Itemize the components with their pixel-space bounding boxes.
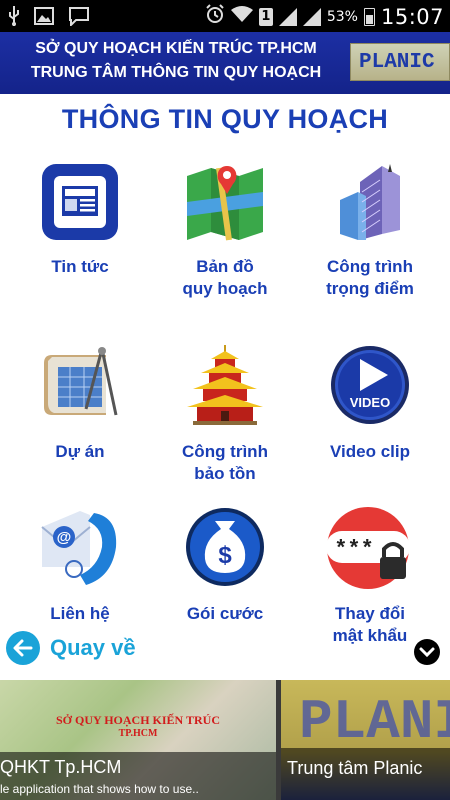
phone-email-icon: @ [40, 507, 120, 587]
menu-label: Liên hệ [50, 604, 110, 623]
news-icon [40, 162, 120, 242]
menu-item-projects[interactable]: Dự án [5, 345, 155, 495]
menu-label: Công trình trọng điểm [326, 257, 414, 298]
alarm-icon [205, 4, 225, 29]
thumbnail-overlay-text: SỞ QUY HOẠCH KIẾN TRÚC [55, 713, 221, 727]
thumbnail-overlay-text: TP.HCM [118, 728, 158, 739]
password-icon: *** [320, 507, 420, 589]
thumbnail-subtitle: le application that shows how to use.. [0, 782, 199, 796]
image-icon [34, 7, 54, 30]
menu-label: Bản đồ quy hoạch [182, 257, 268, 298]
usb-icon [8, 6, 20, 31]
building-icon [330, 162, 410, 242]
menu-label: Dự án [55, 442, 105, 461]
page-title: THÔNG TIN QUY HOẠCH [61, 104, 389, 134]
sim-icon: 1 [258, 7, 273, 26]
svg-text:$: $ [218, 542, 232, 569]
planic-logo: PLANIC [350, 43, 450, 81]
video-thumbnail-strip: SỞ QUY HOẠCH KIẾN TRÚC TP.HCM QHKT Tp.HC… [0, 680, 450, 800]
message-icon [68, 6, 90, 31]
blueprint-icon [40, 345, 120, 425]
battery-percent: 53% [326, 8, 358, 25]
video-thumbnail[interactable]: PLANI Trung tâm Planic [281, 680, 450, 800]
money-bag-icon: $ [185, 507, 265, 587]
menu-label: Tin tức [51, 257, 109, 276]
video-icon: VIDEO [330, 345, 410, 425]
map-icon [185, 162, 265, 242]
menu-item-change-password[interactable]: *** Thay đổi mật khẩu [295, 507, 445, 657]
video-thumbnail[interactable]: SỞ QUY HOẠCH KIẾN TRÚC TP.HCM QHKT Tp.HC… [0, 680, 276, 800]
chevron-down-icon[interactable] [414, 639, 440, 665]
signal-icon [278, 7, 297, 26]
back-button[interactable]: Quay về [6, 631, 136, 665]
menu-item-video-clip[interactable]: VIDEO Video clip [295, 345, 445, 495]
menu-label: Công trình bảo tồn [182, 442, 268, 483]
thumbnail-overlay-text: PLANI [299, 690, 450, 754]
menu-item-key-projects[interactable]: Công trình trọng điểm [295, 162, 445, 312]
battery-icon [363, 7, 375, 26]
menu-label: Gói cước [186, 604, 264, 623]
menu-item-news[interactable]: Tin tức [5, 162, 155, 312]
thumbnail-caption: QHKT Tp.HCM [0, 757, 122, 777]
menu-label: Video clip [330, 442, 410, 461]
back-label: Quay về [50, 635, 136, 660]
svg-text:@: @ [57, 529, 72, 546]
wifi-icon [230, 5, 253, 28]
menu-item-conservation[interactable]: Công trình bảo tồn [150, 345, 300, 495]
header-line-2: TRUNG TÂM THÔNG TIN QUY HOẠCH [30, 64, 322, 81]
pagoda-icon [185, 345, 265, 425]
menu-item-planning-map[interactable]: Bản đồ quy hoạch [150, 162, 300, 312]
video-icon-text: VIDEO [350, 395, 390, 410]
menu-item-service-plan[interactable]: $ Gói cước [150, 507, 300, 657]
thumbnail-caption: Trung tâm Planic [287, 758, 423, 778]
clock: 15:07 [380, 4, 444, 29]
password-icon-text: *** [334, 537, 374, 562]
status-bar: 1 53% 15:07 [0, 0, 450, 32]
arrow-left-icon [6, 631, 40, 665]
signal-icon [302, 7, 321, 26]
header-line-1: SỞ QUY HOẠCH KIẾN TRÚC TP.HCM [35, 40, 317, 57]
